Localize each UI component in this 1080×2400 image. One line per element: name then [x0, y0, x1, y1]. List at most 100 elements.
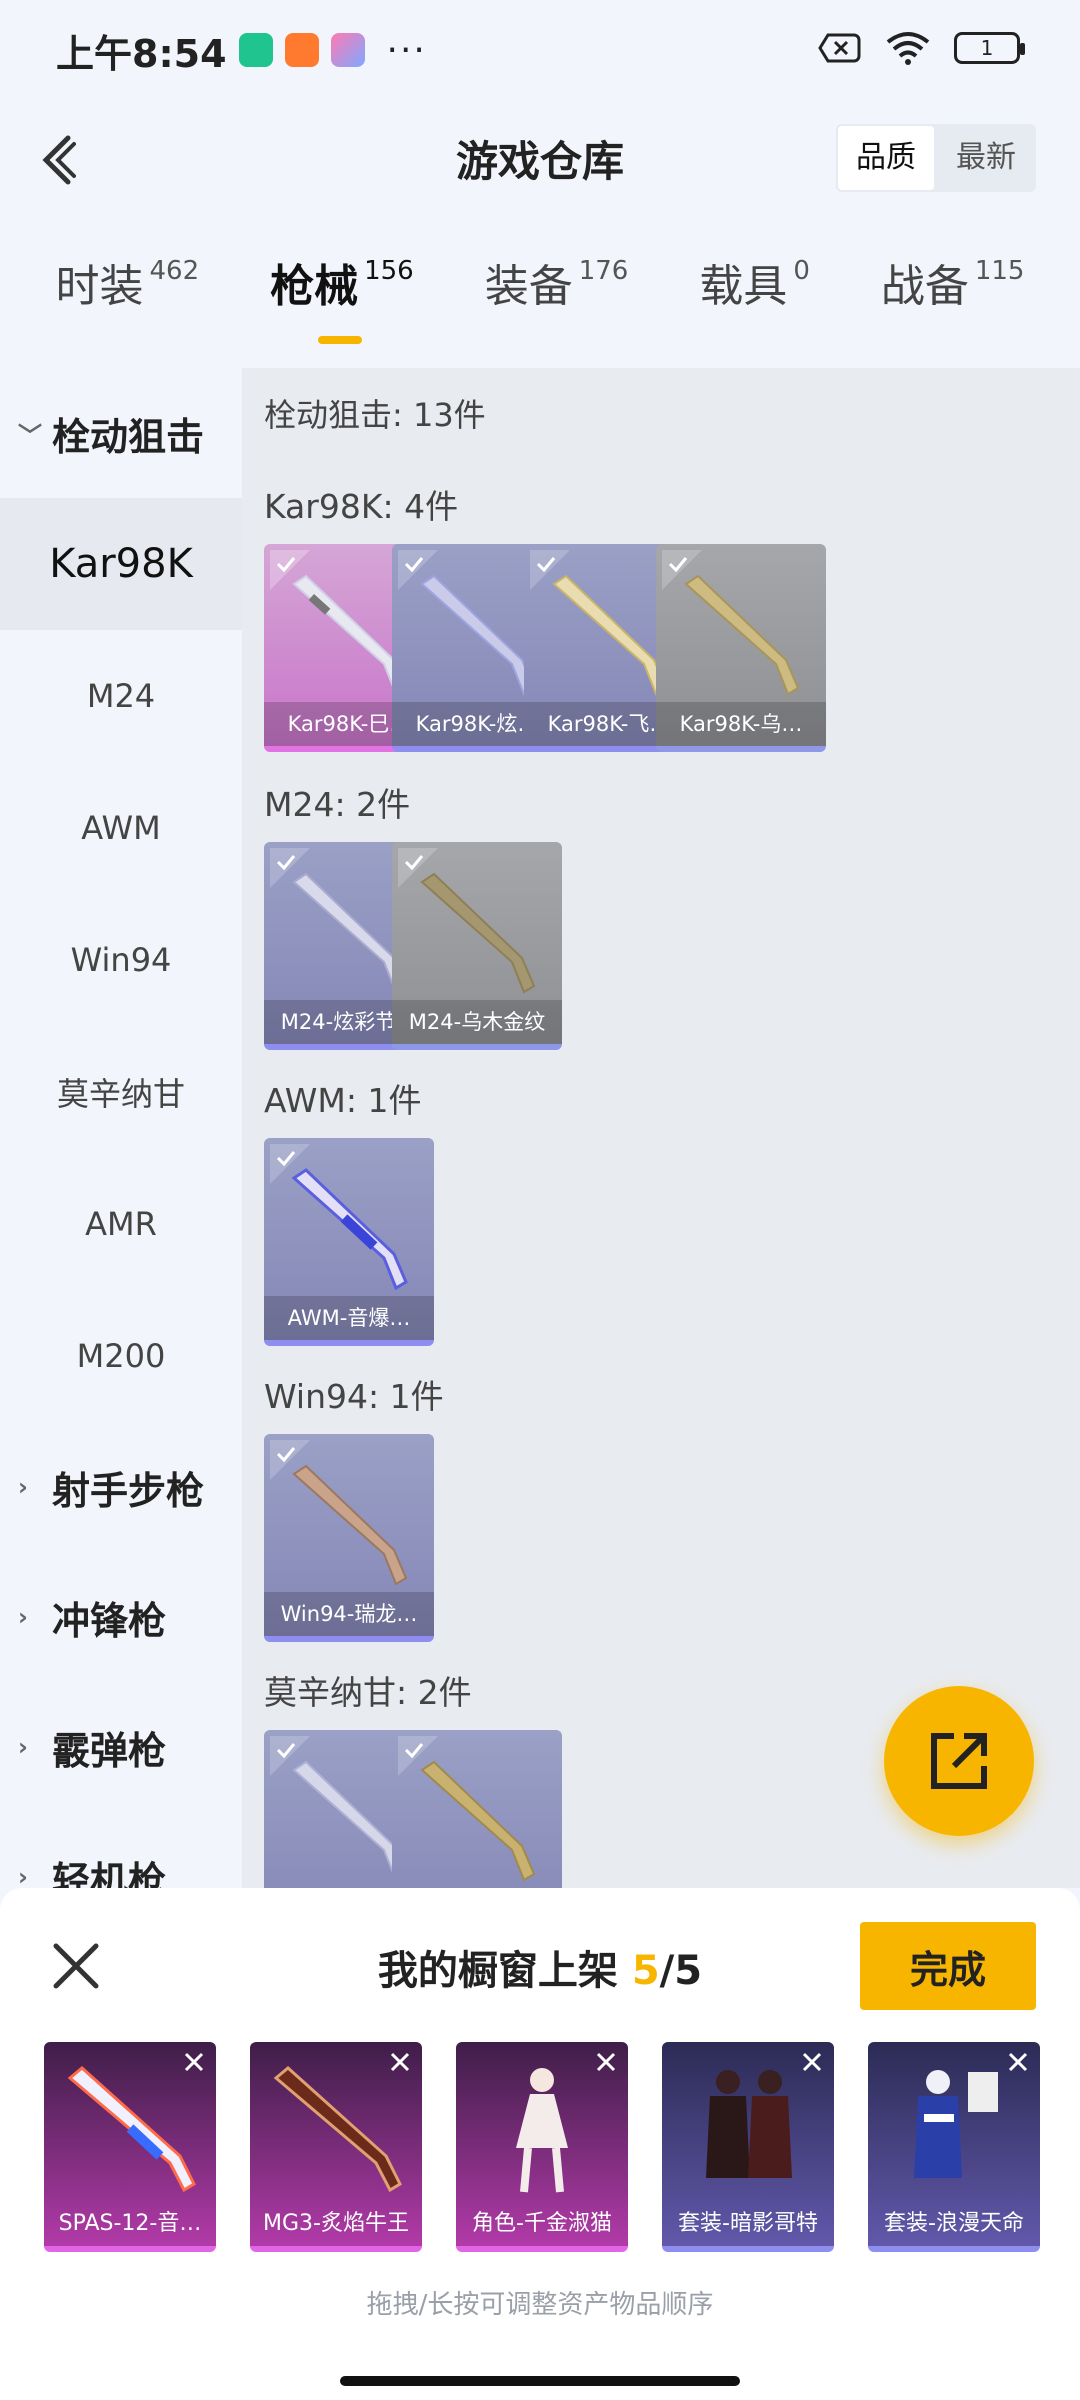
item-card[interactable]: Kar98K-乌…: [656, 544, 826, 752]
status-time: 上午8:54: [56, 31, 227, 76]
done-button[interactable]: 完成: [860, 1922, 1036, 2010]
share-icon: [931, 1733, 987, 1789]
sidebar-item-amr[interactable]: AMR: [0, 1158, 242, 1290]
shotgun-image: [67, 2066, 196, 2193]
section-title: Kar98K: 4件: [264, 487, 459, 526]
tab-label: 载具: [699, 261, 788, 312]
sidebar: ﹀ 栓动狙击 Kar98K M24 AWM Win94 莫辛纳甘 AMR M20…: [0, 368, 242, 1888]
item-card[interactable]: Win94-瑞龙…: [264, 1434, 434, 1642]
chevron-right-icon: ›: [18, 1473, 28, 1501]
sniper-rifle-image: [420, 574, 536, 696]
shield-app-icon: [238, 33, 273, 67]
showcase-sheet: 我的橱窗上架 5/5 完成 SPAS-12-音… MG3-炙焰牛王 角色-千金淑…: [0, 1888, 1080, 2400]
showcase-item[interactable]: SPAS-12-音…: [44, 2042, 216, 2252]
status-bar: 上午8:54 ··· 1: [0, 0, 1080, 100]
sidebar-group-smg[interactable]: › 冲锋枪: [0, 1552, 242, 1682]
showcase-item-name: 套装-暗影哥特: [678, 2211, 818, 2236]
sidebar-item-mosin[interactable]: 莫辛纳甘: [0, 1026, 242, 1158]
outfit-image: [706, 2070, 792, 2178]
sort-quality-button[interactable]: 品质: [838, 126, 934, 190]
showcase-items: SPAS-12-音… MG3-炙焰牛王 角色-千金淑猫 套装-暗影哥特 套装-浪…: [44, 2042, 1040, 2252]
share-button[interactable]: [884, 1686, 1034, 1836]
sidebar-item-awm[interactable]: AWM: [0, 762, 242, 894]
shop-app-icon: [284, 33, 319, 67]
section-title: Win94: 1件: [264, 1377, 444, 1416]
sidebar-item-m200[interactable]: M200: [0, 1290, 242, 1422]
item-card[interactable]: M24-乌木金纹: [392, 842, 562, 1050]
game-app-icon: [330, 33, 365, 67]
tab-count: 115: [974, 256, 1025, 286]
sniper-rifle-image: [420, 872, 536, 994]
section-title: 莫辛纳甘: 2件: [264, 1673, 472, 1712]
showcase-count: 5: [631, 1948, 660, 1994]
sniper-rifle-image: [684, 574, 800, 696]
tab-battle-gear[interactable]: 战备 115: [881, 250, 1025, 350]
chevron-down-icon: ﹀: [18, 421, 42, 450]
showcase-item-name: 角色-千金淑猫: [472, 2211, 612, 2236]
tab-fashion[interactable]: 时装 462: [55, 250, 199, 350]
home-indicator[interactable]: [340, 2376, 740, 2386]
tab-count: 0: [793, 256, 810, 286]
sort-newest-button[interactable]: 最新: [938, 126, 1034, 190]
showcase-item-name: MG3-炙焰牛王: [263, 2211, 409, 2236]
chevron-right-icon: ›: [18, 1603, 28, 1631]
sidebar-item-win94[interactable]: Win94: [0, 894, 242, 1026]
showcase-item[interactable]: 角色-千金淑猫: [456, 2042, 628, 2252]
item-name: Kar98K-乌…: [656, 702, 826, 746]
showcase-item-name: SPAS-12-音…: [58, 2211, 202, 2236]
category-count-title: 栓动狙击: 13件: [264, 396, 486, 434]
item-card[interactable]: AWM-音爆…: [264, 1138, 434, 1346]
machine-gun-image: [273, 2066, 402, 2193]
outfit-image: [914, 2070, 998, 2178]
wifi-icon: [886, 32, 930, 65]
sidebar-item-kar98k[interactable]: Kar98K: [0, 498, 242, 630]
section-title: M24: 2件: [264, 785, 411, 824]
showcase-item[interactable]: 套装-暗影哥特: [662, 2042, 834, 2252]
chevron-right-icon: ›: [18, 1733, 28, 1761]
tab-count: 462: [149, 256, 200, 286]
tab-count: 156: [364, 256, 414, 286]
showcase-item-name: 套装-浪漫天命: [884, 2211, 1024, 2236]
item-grid-panel: 栓动狙击: 13件 Kar98K: 4件 4级 Kar98K-巳… Kar98K…: [242, 368, 1080, 1888]
tab-label: 战备: [880, 261, 969, 312]
showcase-total: /5: [659, 1948, 703, 1994]
active-tab-indicator: [318, 336, 363, 344]
reorder-hint: 拖拽/长按可调整资产物品顺序: [366, 2290, 714, 2320]
tab-firearms[interactable]: 枪械 156: [270, 250, 414, 350]
sidebar-group-marksman[interactable]: › 射手步枪: [0, 1422, 242, 1552]
header: 游戏仓库 品质 最新: [0, 110, 1080, 210]
showcase-title-text: 我的橱窗上架: [377, 1948, 618, 1994]
sniper-rifle-image: [552, 574, 668, 696]
battery-level: 1: [980, 36, 994, 60]
showcase-item[interactable]: 套装-浪漫天命: [868, 2042, 1040, 2252]
chevron-right-icon: ›: [18, 1863, 28, 1888]
tab-equipment[interactable]: 装备 176: [485, 250, 629, 350]
sidebar-group-label: 射手步枪: [52, 1468, 205, 1513]
sidebar-item-m24[interactable]: M24: [0, 630, 242, 762]
battery-icon: 1: [954, 32, 1025, 64]
sidebar-group-label: 栓动狙击: [52, 414, 205, 459]
sidebar-group-label: 霰弹枪: [52, 1728, 167, 1773]
sniper-rifle-image: [420, 1760, 536, 1882]
tab-label: 时装: [55, 261, 144, 312]
category-tabs: 时装 462 枪械 156 装备 176 载具 0 战备 115: [0, 250, 1080, 350]
rifle-image: [292, 1464, 408, 1586]
tab-count: 176: [578, 256, 629, 286]
sidebar-group-label: 轻机枪: [52, 1858, 167, 1889]
sidebar-group-lmg[interactable]: › 轻机枪: [0, 1812, 242, 1889]
showcase-item[interactable]: MG3-炙焰牛王: [250, 2042, 422, 2252]
sidebar-group-label: 冲锋枪: [52, 1598, 167, 1643]
item-name: Win94-瑞龙…: [264, 1592, 434, 1636]
tab-label: 装备: [484, 261, 573, 312]
sort-toggle: 品质 最新: [836, 124, 1036, 192]
sidebar-group-bolt-sniper[interactable]: ﹀ 栓动狙击: [0, 368, 242, 498]
tab-label: 枪械: [270, 261, 359, 312]
no-sim-icon: [818, 33, 861, 63]
more-notifications-icon: ···: [386, 29, 427, 71]
sidebar-group-shotgun[interactable]: › 霰弹枪: [0, 1682, 242, 1812]
item-name: M24-乌木金纹: [392, 1000, 562, 1044]
character-image: [516, 2068, 568, 2193]
item-name: AWM-音爆…: [264, 1296, 434, 1340]
tab-vehicles[interactable]: 载具 0: [699, 250, 810, 350]
item-card[interactable]: [392, 1730, 562, 1888]
